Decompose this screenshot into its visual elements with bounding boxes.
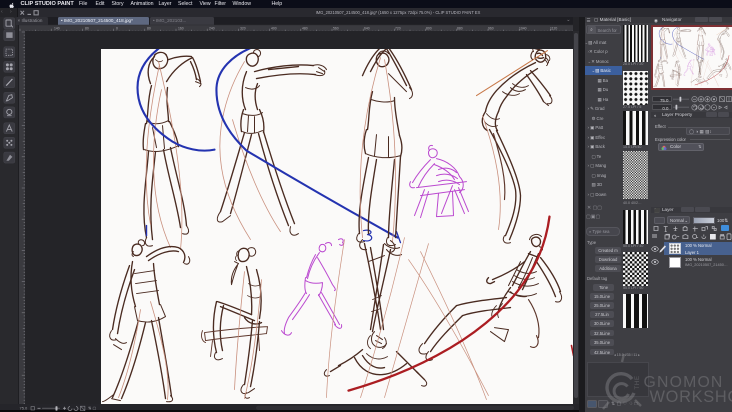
svg-text:320: 320 <box>240 26 246 30</box>
svg-text:640: 640 <box>364 26 370 30</box>
svg-text:720: 720 <box>395 26 401 30</box>
svg-text:80: 80 <box>85 26 89 30</box>
svg-text:240: 240 <box>209 26 215 30</box>
svg-text:WORKSHOP: WORKSHOP <box>650 388 732 406</box>
svg-text:480: 480 <box>302 26 308 30</box>
svg-text:1120: 1120 <box>550 26 557 30</box>
svg-text:400: 400 <box>271 26 277 30</box>
svg-text:80: 80 <box>147 26 151 30</box>
svg-text:880: 880 <box>457 26 463 30</box>
svg-text:⇅ ▢: ⇅ ▢ <box>88 405 96 410</box>
svg-text:560: 560 <box>333 26 339 30</box>
svg-text:75.0: 75.0 <box>20 405 29 410</box>
svg-text:0: 0 <box>116 26 118 30</box>
svg-text:160: 160 <box>178 26 184 30</box>
svg-text:1040: 1040 <box>519 26 527 30</box>
svg-text:THE: THE <box>634 375 641 389</box>
svg-text:960: 960 <box>488 26 494 30</box>
svg-text:800: 800 <box>426 26 432 30</box>
svg-text:140: 140 <box>54 26 60 30</box>
